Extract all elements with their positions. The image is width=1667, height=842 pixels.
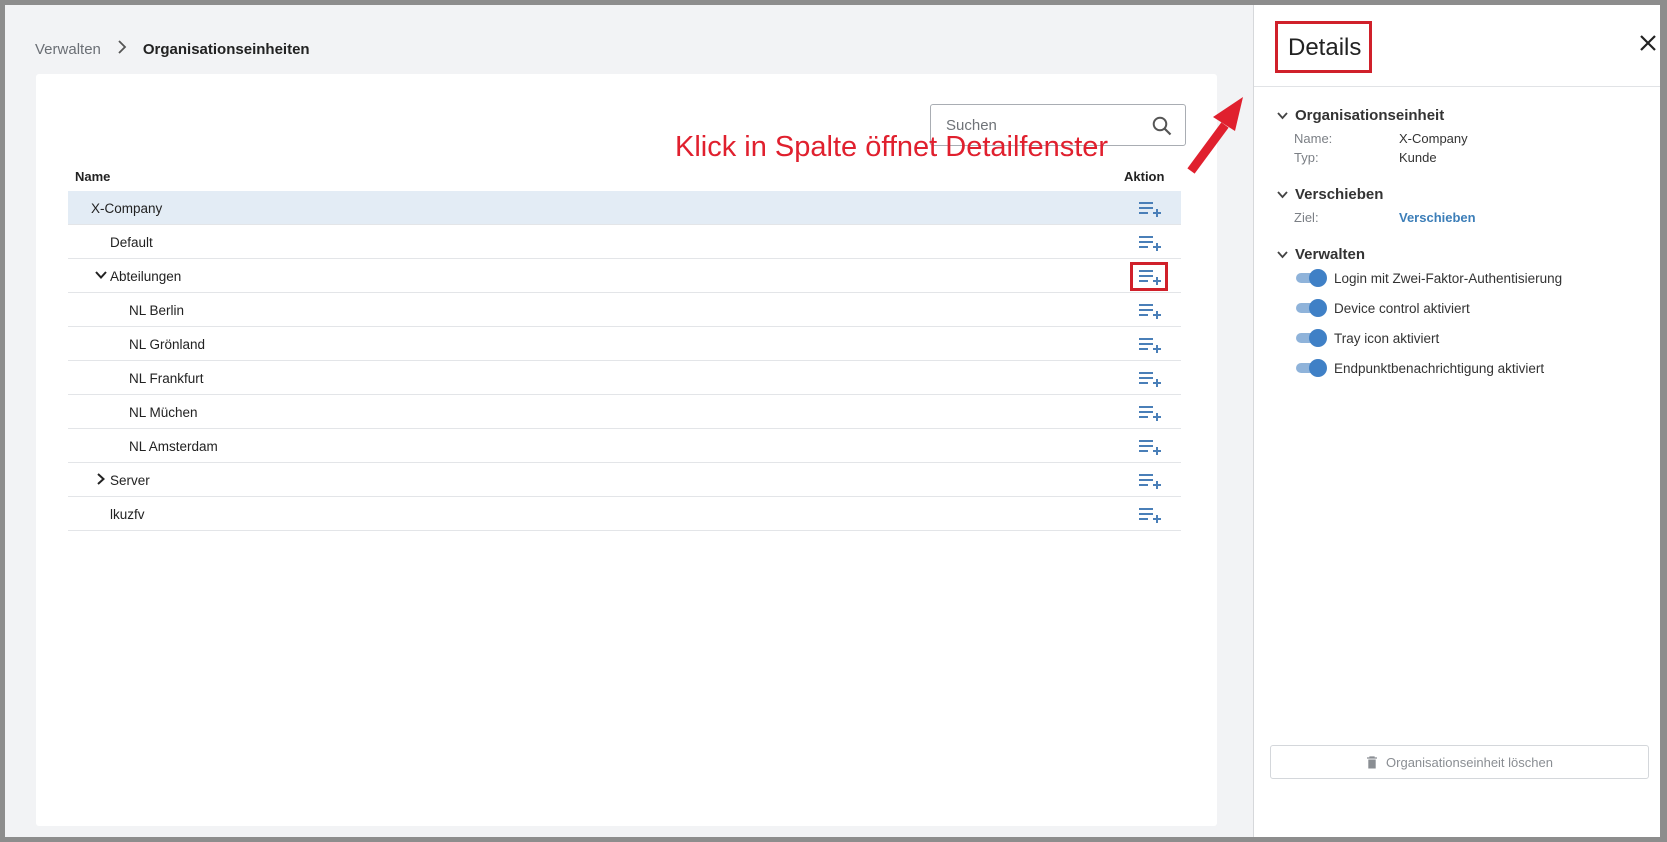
move-link[interactable]: Verschieben [1399, 210, 1476, 225]
tree-card: Suchen Name Aktion X-Company Default Abt… [36, 74, 1217, 826]
details-title-highlight: Details [1275, 21, 1372, 73]
chevron-down-icon [1277, 251, 1288, 259]
toggle-row-endpoint-notify: Endpunktbenachrichtigung aktiviert [1296, 359, 1544, 377]
toggle-row-2fa: Login mit Zwei-Faktor-Authentisierung [1296, 269, 1562, 287]
tree-row-nl-muechen[interactable]: NL Müchen [68, 395, 1181, 429]
tree-row-nl-amsterdam[interactable]: NL Amsterdam [68, 429, 1181, 463]
row-label: NL Amsterdam [129, 439, 218, 454]
tree-row-x-company[interactable]: X-Company [68, 191, 1181, 225]
row-label: NL Berlin [129, 303, 185, 318]
column-header-name: Name [75, 169, 111, 184]
name-value: X-Company [1399, 131, 1468, 146]
annotation-arrow-icon [1187, 97, 1243, 174]
chevron-right-icon [117, 39, 127, 59]
target-key: Ziel: [1294, 210, 1319, 225]
annotation-text: Klick in Spalte öffnet Detailfenster [675, 131, 1109, 163]
toggle-label: Login mit Zwei-Faktor-Authentisierung [1334, 270, 1563, 286]
section-move-title: Verschieben [1295, 186, 1384, 203]
toggle-endpoint-notify[interactable] [1296, 359, 1327, 377]
playlist-add-icon[interactable] [1138, 404, 1162, 422]
playlist-add-icon[interactable] [1138, 336, 1162, 354]
tree-row-nl-groenland[interactable]: NL Grönland [68, 327, 1181, 361]
delete-label: Organisationseinheit löschen [1386, 754, 1553, 770]
details-header: Details [1254, 5, 1660, 87]
trash-icon [1367, 755, 1378, 768]
breadcrumb-current: Organisationseinheiten [142, 40, 310, 58]
playlist-add-icon[interactable] [1138, 234, 1162, 252]
delete-unit-button[interactable]: Organisationseinheit löschen [1270, 745, 1649, 779]
chevron-down-icon [1277, 191, 1288, 199]
playlist-add-icon[interactable] [1138, 200, 1162, 218]
playlist-add-icon[interactable] [1138, 302, 1162, 320]
row-label: NL Grönland [129, 337, 206, 352]
playlist-add-icon[interactable] [1138, 438, 1162, 456]
app-window: Verwalten Organisationseinheiten Suchen … [5, 5, 1660, 837]
section-move-header[interactable]: Verschieben [1276, 186, 1383, 203]
row-label: X-Company [91, 201, 163, 216]
toggle-2fa[interactable] [1296, 269, 1327, 287]
playlist-add-icon[interactable] [1138, 472, 1162, 490]
details-panel: Details Organisationseinheit Name: X-Com… [1253, 5, 1660, 837]
name-key: Name: [1294, 131, 1333, 146]
row-label: NL Müchen [129, 405, 198, 420]
row-label: NL Frankfurt [129, 371, 204, 386]
tree-row-abteilungen[interactable]: Abteilungen [68, 259, 1181, 293]
tree-table: X-Company Default Abteilungen NL Berlin [68, 191, 1181, 531]
playlist-add-icon[interactable] [1138, 268, 1162, 286]
section-manage-title: Verwalten [1295, 246, 1366, 263]
type-value: Kunde [1399, 150, 1437, 165]
toggle-row-tray-icon: Tray icon aktiviert [1296, 329, 1439, 347]
column-header-action: Aktion [1124, 169, 1165, 184]
type-key: Typ: [1294, 150, 1319, 165]
row-label: Server [110, 473, 150, 488]
row-label: lkuzfv [110, 507, 145, 522]
close-icon[interactable] [1638, 33, 1658, 53]
tree-row-lkuzfv[interactable]: lkuzfv [68, 497, 1181, 531]
section-manage-header[interactable]: Verwalten [1276, 246, 1365, 263]
section-unit-title: Organisationseinheit [1295, 107, 1445, 124]
chevron-down-icon[interactable] [94, 268, 108, 282]
playlist-add-icon[interactable] [1138, 506, 1162, 524]
row-label: Default [110, 235, 153, 250]
chevron-down-icon [1277, 112, 1288, 120]
playlist-add-icon[interactable] [1138, 370, 1162, 388]
toggle-label: Tray icon aktiviert [1334, 330, 1440, 346]
chevron-right-icon[interactable] [94, 472, 108, 486]
toggle-row-device-control: Device control aktiviert [1296, 299, 1470, 317]
toggle-device-control[interactable] [1296, 299, 1327, 317]
section-unit-header[interactable]: Organisationseinheit [1276, 107, 1444, 124]
toggle-label: Endpunktbenachrichtigung aktiviert [1334, 360, 1545, 376]
toggle-tray-icon[interactable] [1296, 329, 1327, 347]
row-label: Abteilungen [110, 269, 182, 284]
tree-row-nl-berlin[interactable]: NL Berlin [68, 293, 1181, 327]
tree-row-default[interactable]: Default [68, 225, 1181, 259]
tree-row-server[interactable]: Server [68, 463, 1181, 497]
search-icon[interactable] [1151, 115, 1173, 137]
breadcrumb: Verwalten Organisationseinheiten [35, 39, 310, 59]
toggle-label: Device control aktiviert [1334, 300, 1470, 316]
details-title: Details [1288, 34, 1362, 61]
breadcrumb-parent[interactable]: Verwalten [35, 41, 101, 58]
tree-row-nl-frankfurt[interactable]: NL Frankfurt [68, 361, 1181, 395]
